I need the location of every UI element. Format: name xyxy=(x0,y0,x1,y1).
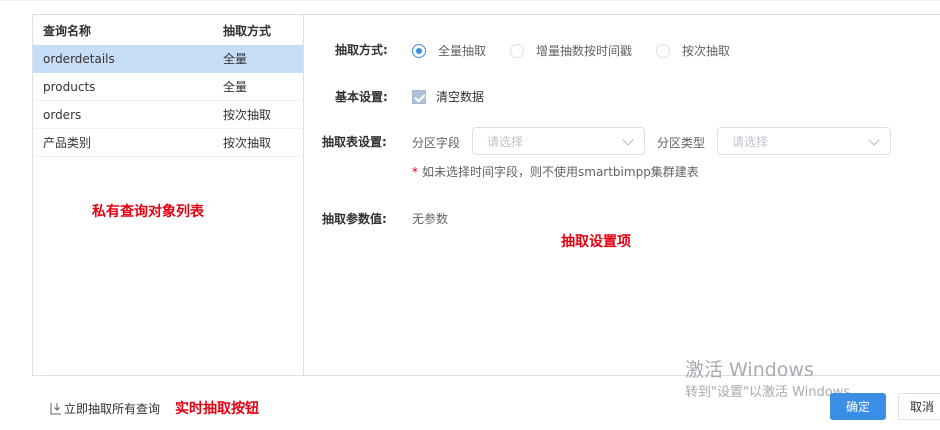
download-icon xyxy=(50,403,61,415)
extract-mode-radio-group: 全量抽取 增量抽数按时间戳 按次抽取 xyxy=(412,42,754,59)
column-header-name: 查询名称 xyxy=(43,23,92,38)
extract-all-label: 立即抽取所有查询 xyxy=(64,402,161,416)
query-name: products xyxy=(43,79,96,94)
query-method: 全量 xyxy=(223,80,248,94)
query-name: 产品类别 xyxy=(43,136,92,150)
column-header-method: 抽取方式 xyxy=(223,23,272,38)
confirm-button[interactable]: 确定 xyxy=(830,393,886,420)
required-star: * xyxy=(412,165,418,179)
table-row[interactable]: products 全量 xyxy=(33,73,303,101)
radio-label: 全量抽取 xyxy=(438,44,487,58)
checkbox-checked-icon xyxy=(412,89,426,104)
partition-field-select[interactable]: 请选择 xyxy=(472,127,645,155)
windows-activation-watermark-subtitle: 转到"设置"以激活 Windows xyxy=(685,385,851,400)
radio-unchecked-icon xyxy=(656,43,671,58)
extract-all-queries-link[interactable]: 立即抽取所有查询 xyxy=(50,400,160,417)
radio-unchecked-icon xyxy=(510,43,525,58)
checkbox-label: 清空数据 xyxy=(436,90,485,104)
dialog-body: 查询名称 抽取方式 orderdetails 全量 products 全量 or… xyxy=(32,14,940,376)
radio-full-extract[interactable]: 全量抽取 xyxy=(412,42,486,59)
radio-checked-icon xyxy=(412,43,426,58)
query-method: 按次抽取 xyxy=(223,136,272,150)
radio-label: 按次抽取 xyxy=(682,44,731,58)
radio-incremental-timestamp[interactable]: 增量抽数按时间戳 xyxy=(510,42,632,59)
chevron-down-icon xyxy=(622,134,634,146)
query-list-header: 查询名称 抽取方式 xyxy=(33,15,303,45)
table-row[interactable]: orders 按次抽取 xyxy=(33,101,303,129)
partition-type-label: 分区类型 xyxy=(657,136,706,150)
partition-hint: * 如未选择时间字段，则不使用smartbimpp集群建表 xyxy=(412,163,699,180)
table-settings-label: 抽取表设置: xyxy=(322,135,387,149)
query-list-panel: 查询名称 抽取方式 orderdetails 全量 products 全量 or… xyxy=(33,15,304,375)
extract-settings-panel: 抽取方式: 全量抽取 增量抽数按时间戳 按次抽取 基本设置: 清空数据 抽取表设… xyxy=(305,15,940,375)
query-name: orderdetails xyxy=(43,51,115,66)
cancel-button[interactable]: 取消 xyxy=(898,393,940,420)
partition-type-select[interactable]: 请选择 xyxy=(717,127,891,155)
query-method: 全量 xyxy=(223,52,248,66)
extract-mode-label: 抽取方式: xyxy=(335,43,388,57)
annotation-realtime-extract: 实时抽取按钮 xyxy=(175,401,259,417)
annotation-query-list: 私有查询对象列表 xyxy=(92,204,204,220)
params-label: 抽取参数值: xyxy=(322,212,387,226)
clear-data-checkbox[interactable]: 清空数据 xyxy=(412,88,484,105)
query-name: orders xyxy=(43,107,82,122)
windows-activation-watermark-title: 激活 Windows xyxy=(685,359,814,381)
top-divider xyxy=(0,0,940,1)
chevron-down-icon xyxy=(868,134,880,146)
hint-text: 如未选择时间字段，则不使用smartbimpp集群建表 xyxy=(422,165,699,179)
table-row[interactable]: 产品类别 按次抽取 xyxy=(33,129,303,157)
select-placeholder: 请选择 xyxy=(487,134,524,149)
radio-per-time-extract[interactable]: 按次抽取 xyxy=(656,42,730,59)
table-row[interactable]: orderdetails 全量 xyxy=(33,45,303,73)
basic-settings-label: 基本设置: xyxy=(335,90,388,104)
params-value: 无参数 xyxy=(412,212,449,226)
partition-field-label: 分区字段 xyxy=(412,136,461,150)
annotation-extract-settings: 抽取设置项 xyxy=(561,234,631,250)
select-placeholder: 请选择 xyxy=(732,134,769,149)
radio-label: 增量抽数按时间戳 xyxy=(536,44,633,58)
query-method: 按次抽取 xyxy=(223,108,272,122)
